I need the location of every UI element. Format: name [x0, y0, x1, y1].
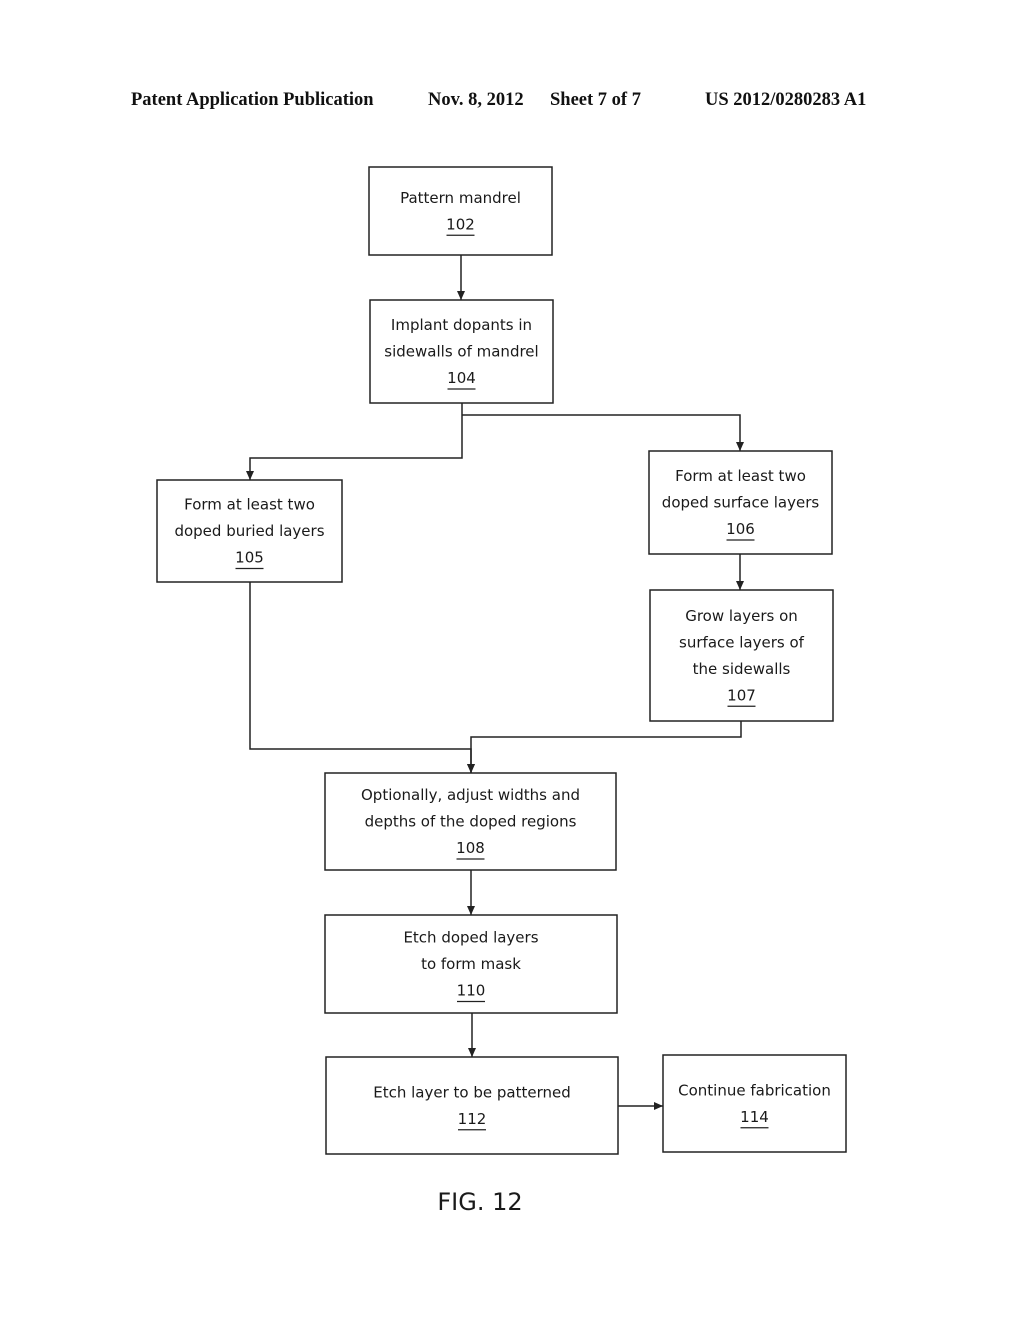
step-box: [662, 1054, 847, 1153]
connector-line: [462, 414, 741, 451]
step-text: Etch doped layers: [403, 929, 538, 947]
step-reference-number: 107: [727, 686, 756, 704]
step-text: doped buried layers: [174, 522, 324, 540]
connector-line: [470, 721, 742, 773]
step-box: [325, 1056, 619, 1155]
step-reference-number: 114: [740, 1108, 769, 1126]
step-text: Pattern mandrel: [400, 189, 521, 207]
step-box: [368, 166, 553, 256]
connector-line: [249, 403, 463, 480]
step-reference-number: 102: [446, 215, 475, 233]
step-text: Grow layers on: [685, 607, 798, 625]
step-reference-number: 112: [458, 1110, 487, 1128]
step-text: depths of the doped regions: [365, 813, 577, 831]
arrowhead-icon: [654, 1102, 663, 1110]
arrowhead-icon: [467, 764, 475, 773]
step-102: Pattern mandrel 102: [368, 166, 553, 256]
figure-label: FIG. 12: [437, 1188, 522, 1216]
step-107: Grow layers on surface layers of the sidew…: [649, 589, 834, 722]
step-112: Etch layer to be patterned 112: [325, 1056, 619, 1155]
step-reference-number: 104: [447, 369, 476, 387]
connector-108-to-110: [467, 870, 475, 915]
process-steps: Pattern mandrel 102 Implant dopants in side…: [156, 166, 847, 1155]
arrowhead-icon: [468, 1048, 476, 1057]
step-text: Form at least two: [184, 496, 315, 514]
connector-104-to-106: [462, 414, 744, 451]
step-106: Form at least two doped surface layers 106: [648, 450, 833, 555]
connector-102-to-104: [457, 255, 465, 300]
step-text: Etch layer to be patterned: [373, 1083, 571, 1101]
arrowhead-icon: [736, 442, 744, 451]
step-104: Implant dopants in sidewalls of mandrel 10…: [369, 299, 554, 404]
step-text: Implant dopants in: [391, 316, 532, 334]
step-110: Etch doped layers to form mask 110: [324, 914, 618, 1014]
step-reference-number: 110: [457, 982, 486, 1000]
step-108: Optionally, adjust widths and depths of t…: [324, 772, 617, 871]
step-text: the sidewalls: [693, 660, 791, 678]
step-text: surface layers of: [679, 633, 805, 651]
step-reference-number: 105: [235, 549, 264, 567]
connector-105-to-108: [249, 582, 475, 773]
connector-112-to-114: [618, 1102, 663, 1110]
step-text: sidewalls of mandrel: [384, 343, 538, 361]
step-reference-number: 106: [726, 520, 755, 538]
step-text: Continue fabrication: [678, 1081, 831, 1099]
step-105: Form at least two doped buried layers 105: [156, 479, 343, 583]
arrowhead-icon: [467, 906, 475, 915]
arrowhead-icon: [246, 471, 254, 480]
connector-line: [249, 582, 472, 773]
connector-104-to-105: [246, 403, 463, 480]
connector-107-to-108: [467, 721, 742, 773]
step-text: Form at least two: [675, 467, 806, 485]
step-text: to form mask: [421, 955, 521, 973]
arrowhead-icon: [736, 581, 744, 590]
step-text: Optionally, adjust widths and: [361, 786, 580, 804]
arrowhead-icon: [457, 291, 465, 300]
step-reference-number: 108: [456, 839, 485, 857]
connector-106-to-107: [736, 554, 744, 590]
step-text: doped surface layers: [662, 494, 820, 512]
step-114: Continue fabrication 114: [662, 1054, 847, 1153]
flowchart: Pattern mandrel 102 Implant dopants in side…: [156, 166, 847, 1216]
connector-110-to-112: [468, 1013, 476, 1057]
